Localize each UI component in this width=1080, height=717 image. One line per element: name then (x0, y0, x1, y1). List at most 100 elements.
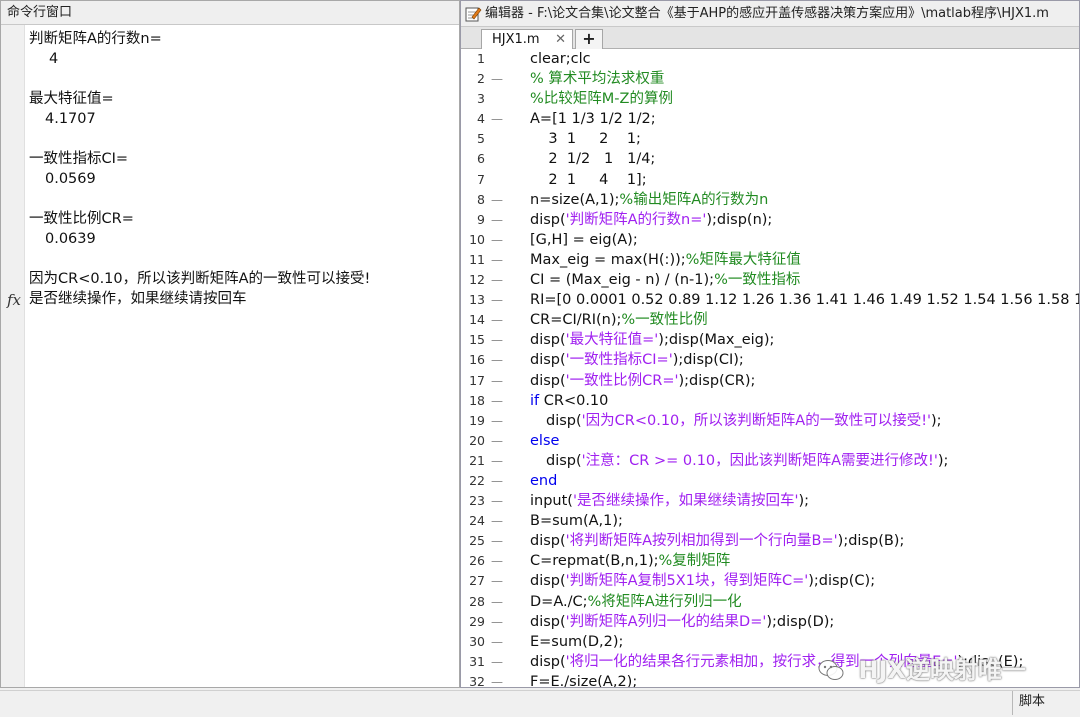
code-line[interactable]: 23 — input('是否继续操作，如果继续请按回车'); (461, 491, 1079, 511)
breakpoint-marker[interactable]: — (491, 471, 503, 491)
breakpoint-marker[interactable]: — (491, 290, 503, 310)
breakpoint-marker[interactable]: — (491, 672, 503, 687)
line-number[interactable]: 18 (461, 391, 485, 411)
code-line[interactable]: 16 — disp('一致性指标CI=');disp(CI); (461, 350, 1079, 370)
code-line[interactable]: 15 — disp('最大特征值=');disp(Max_eig); (461, 330, 1079, 350)
breakpoint-marker[interactable]: — (491, 250, 503, 270)
line-number[interactable]: 10 (461, 230, 485, 250)
code-line[interactable]: 14 — CR=CI/RI(n);%一致性比例 (461, 310, 1079, 330)
code-line[interactable]: 17 — disp('一致性比例CR=');disp(CR); (461, 371, 1079, 391)
line-number[interactable]: 11 (461, 250, 485, 270)
line-number[interactable]: 21 (461, 451, 485, 471)
code-line[interactable]: 10 — [G,H] = eig(A); (461, 230, 1079, 250)
line-number[interactable]: 26 (461, 551, 485, 571)
line-number[interactable]: 32 (461, 672, 485, 687)
code-token: ); (931, 412, 942, 429)
line-number[interactable]: 19 (461, 411, 485, 431)
breakpoint-marker[interactable]: — (491, 632, 503, 652)
add-tab-button[interactable]: + (575, 29, 603, 49)
line-number[interactable]: 17 (461, 371, 485, 391)
code-line[interactable]: 7 2 1 4 1]; (461, 170, 1079, 190)
code-line[interactable]: 8 — n=size(A,1);%输出矩阵A的行数为n (461, 190, 1079, 210)
code-line[interactable]: 21 — disp('注意：CR >= 0.10，因此该判断矩阵A需要进行修改!')… (461, 451, 1079, 471)
breakpoint-marker[interactable]: — (491, 270, 503, 290)
code-line[interactable]: 2 — % 算术平均法求权重 (461, 69, 1079, 89)
line-number[interactable]: 20 (461, 431, 485, 451)
line-number[interactable]: 27 (461, 571, 485, 591)
line-number[interactable]: 29 (461, 612, 485, 632)
breakpoint-marker[interactable]: — (491, 551, 503, 571)
code-editor[interactable]: 1 clear;clc 2 — % 算术平均法求权重 3 %比较矩阵M-Z的算例 4 — A=[1… (461, 49, 1079, 687)
code-line[interactable]: 4 — A=[1 1/3 1/2 1/2; (461, 109, 1079, 129)
breakpoint-marker[interactable]: — (491, 330, 503, 350)
code-line[interactable]: 29 — disp('判断矩阵A列归一化的结果D=');disp(D); (461, 612, 1079, 632)
breakpoint-marker[interactable]: — (491, 531, 503, 551)
code-line[interactable]: 26 — C=repmat(B,n,1);%复制矩阵 (461, 551, 1079, 571)
line-number[interactable]: 5 (461, 129, 485, 149)
breakpoint-marker[interactable]: — (491, 411, 503, 431)
close-icon[interactable]: ✕ (555, 30, 566, 49)
line-number[interactable]: 23 (461, 491, 485, 511)
line-number[interactable]: 12 (461, 270, 485, 290)
breakpoint-marker[interactable]: — (491, 571, 503, 591)
line-number[interactable]: 4 (461, 109, 485, 129)
code-line[interactable]: 11 — Max_eig = max(H(:));%矩阵最大特征值 (461, 250, 1079, 270)
line-number[interactable]: 15 (461, 330, 485, 350)
breakpoint-marker[interactable]: — (491, 69, 503, 89)
line-number[interactable]: 16 (461, 350, 485, 370)
breakpoint-marker[interactable]: — (491, 210, 503, 230)
breakpoint-marker[interactable]: — (491, 592, 503, 612)
line-number[interactable]: 6 (461, 149, 485, 169)
code-line[interactable]: 25 — disp('将判断矩阵A按列相加得到一个行向量B=');disp(B); (461, 531, 1079, 551)
breakpoint-marker[interactable]: — (491, 652, 503, 672)
line-number[interactable]: 3 (461, 89, 485, 109)
code-line[interactable]: 1 clear;clc (461, 49, 1079, 69)
line-number[interactable]: 22 (461, 471, 485, 491)
breakpoint-marker[interactable]: — (491, 190, 503, 210)
code-line[interactable]: 30 — E=sum(D,2); (461, 632, 1079, 652)
line-number[interactable]: 2 (461, 69, 485, 89)
code-line[interactable]: 22 — end (461, 471, 1079, 491)
breakpoint-marker[interactable]: — (491, 431, 503, 451)
editor-window[interactable]: 编辑器 - F:\论文合集\论文整合《基于AHP的感应开盖传感器决策方案应用》\… (460, 0, 1080, 688)
code-line[interactable]: 3 %比较矩阵M-Z的算例 (461, 89, 1079, 109)
line-number[interactable]: 30 (461, 632, 485, 652)
breakpoint-marker[interactable]: — (491, 230, 503, 250)
breakpoint-marker[interactable]: — (491, 451, 503, 471)
line-number[interactable]: 8 (461, 190, 485, 210)
line-number[interactable]: 28 (461, 592, 485, 612)
code-line[interactable]: 12 — CI = (Max_eig - n) / (n-1);%一致性指标 (461, 270, 1079, 290)
breakpoint-marker[interactable]: — (491, 350, 503, 370)
watermark-text: HJX逆映射唯一 (858, 656, 1026, 684)
code-line[interactable]: 20 — else (461, 431, 1079, 451)
line-number[interactable]: 25 (461, 531, 485, 551)
breakpoint-marker[interactable]: — (491, 511, 503, 531)
breakpoint-marker[interactable]: — (491, 491, 503, 511)
code-line[interactable]: 5 3 1 2 1; (461, 129, 1079, 149)
code-line[interactable]: 13 — RI=[0 0.0001 0.52 0.89 1.12 1.26 1.36… (461, 290, 1079, 310)
code-line[interactable]: 19 — disp('因为CR<0.10，所以该判断矩阵A的一致性可以接受!'); (461, 411, 1079, 431)
code-text: D=A./C;%将矩阵A进行列归一化 (530, 592, 742, 612)
code-token: CI = (Max_eig - n) / (n-1); (530, 272, 715, 289)
breakpoint-marker[interactable]: — (491, 371, 503, 391)
code-line[interactable]: 28 — D=A./C;%将矩阵A进行列归一化 (461, 592, 1079, 612)
code-line[interactable]: 9 — disp('判断矩阵A的行数n=');disp(n); (461, 210, 1079, 230)
line-number[interactable]: 31 (461, 652, 485, 672)
breakpoint-marker[interactable]: — (491, 109, 503, 129)
code-line[interactable]: 24 — B=sum(A,1); (461, 511, 1079, 531)
line-number[interactable]: 24 (461, 511, 485, 531)
breakpoint-marker[interactable]: — (491, 612, 503, 632)
breakpoint-marker[interactable]: — (491, 310, 503, 330)
code-line[interactable]: 27 — disp('判断矩阵A复制5X1块，得到矩阵C=');disp(C); (461, 571, 1079, 591)
breakpoint-marker[interactable]: — (491, 391, 503, 411)
line-number[interactable]: 13 (461, 290, 485, 310)
command-window[interactable]: 命令行窗口 判断矩阵A的行数n= 4 最大特征值= 4.1707 一致性指标CI= 0.0… (0, 0, 460, 688)
line-number[interactable]: 14 (461, 310, 485, 330)
line-number[interactable]: 9 (461, 210, 485, 230)
fx-prompt-icon[interactable]: fx (7, 291, 21, 309)
line-number[interactable]: 1 (461, 49, 485, 69)
code-line[interactable]: 18 — if CR<0.10 (461, 391, 1079, 411)
code-line[interactable]: 6 2 1/2 1 1/4; (461, 149, 1079, 169)
line-number[interactable]: 7 (461, 170, 485, 190)
tab-hjx1-m[interactable]: HJX1.m ✕ (481, 29, 573, 49)
